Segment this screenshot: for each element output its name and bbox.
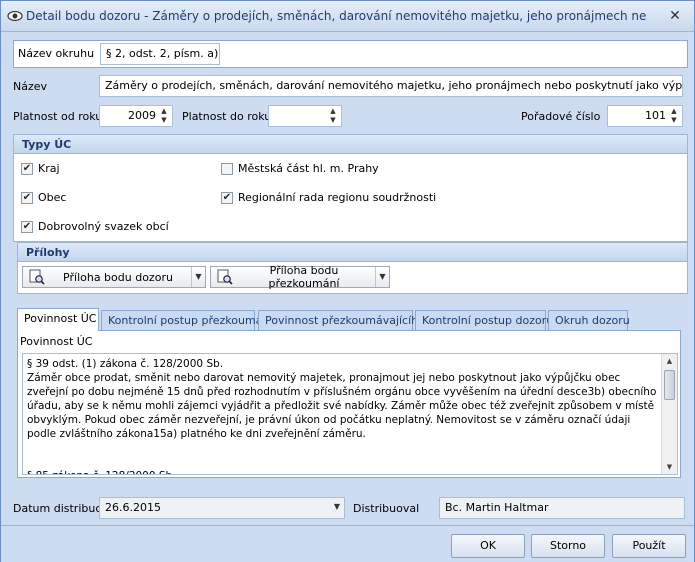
eye-icon xyxy=(7,10,23,22)
memo-text: § 39 odst. (1) zákona č. 128/2000 Sb. Zá… xyxy=(27,358,657,474)
checkbox-dobrovolny-svazek[interactable]: ✔ Dobrovolný svazek obcí xyxy=(21,220,169,233)
window-title: Detail bodu dozoru - Záměry o prodejích,… xyxy=(26,9,646,23)
checkbox-unchecked-icon[interactable] xyxy=(221,162,233,175)
zoom-document-icon xyxy=(217,269,233,285)
typy-uc-heading: Typy ÚC xyxy=(13,134,688,154)
poradove-spinner[interactable]: 101 ▲ ▼ xyxy=(607,105,683,127)
datum-distribuce-field[interactable]: 26.6.2015 ▼ xyxy=(99,497,345,519)
button-label: Příloha bodu dozoru xyxy=(63,270,173,284)
nazev-okruhu-field[interactable]: § 2, odst. 2, písm. a) xyxy=(100,43,220,65)
checkbox-regionalni-rada[interactable]: ✔ Regionální rada regionu soudržnosti xyxy=(221,191,436,204)
checkbox-kraj[interactable]: ✔ Kraj xyxy=(21,162,60,175)
checkbox-label: Regionální rada regionu soudržnosti xyxy=(238,191,437,204)
datum-distribuce-label: Datum distribuce xyxy=(13,502,109,515)
spin-arrows-icon[interactable]: ▲ ▼ xyxy=(327,107,339,125)
button-bar: OK Storno Použít xyxy=(1,525,694,562)
vertical-scrollbar[interactable]: ▲ ▼ xyxy=(661,354,677,474)
checkbox-mestska-cast[interactable]: Městská část hl. m. Prahy xyxy=(221,162,379,175)
tab-kontrolni-postup-prezkoumani[interactable]: Kontrolní postup přezkoumání xyxy=(101,310,272,330)
nazev-okruhu-label: Název okruhu xyxy=(18,47,95,60)
tab-povinnost-prezkoumavajiciho[interactable]: Povinnost přezkoumávajícího xyxy=(258,310,425,330)
scroll-thumb[interactable] xyxy=(664,370,675,400)
checkbox-checked-icon[interactable]: ✔ xyxy=(21,191,33,204)
chevron-down-icon[interactable]: ▼ xyxy=(191,267,205,287)
scroll-down-icon[interactable]: ▼ xyxy=(662,460,677,474)
povinnost-uc-label: Povinnost ÚC xyxy=(20,335,93,348)
ok-button[interactable]: OK xyxy=(451,534,525,558)
scroll-up-icon[interactable]: ▲ xyxy=(662,354,677,368)
chevron-down-icon[interactable]: ▼ xyxy=(334,502,340,511)
checkbox-obec[interactable]: ✔ Obec xyxy=(21,191,66,204)
priloha-bodu-prezkoumani-button[interactable]: Příloha bodu přezkoumání ▼ xyxy=(210,264,390,290)
tab-kontrolni-postup-dozoru[interactable]: Kontrolní postup dozoru xyxy=(415,310,553,330)
povinnost-uc-memo[interactable]: § 39 odst. (1) zákona č. 128/2000 Sb. Zá… xyxy=(22,353,678,475)
platnost-do-spinner[interactable]: ▲ ▼ xyxy=(268,105,342,127)
platnost-do-label: Platnost do roku xyxy=(182,110,272,123)
platnost-od-spinner[interactable]: 2009 ▲ ▼ xyxy=(99,105,173,127)
checkbox-checked-icon[interactable]: ✔ xyxy=(21,162,33,175)
poradove-label: Pořadové číslo xyxy=(521,110,601,123)
title-bar: Detail bodu dozoru - Záměry o prodejích,… xyxy=(1,1,694,32)
chevron-down-icon[interactable]: ▼ xyxy=(375,267,389,287)
platnost-od-label: Platnost od roku xyxy=(13,110,103,123)
prilohy-heading: Přílohy xyxy=(17,242,688,262)
poradove-value: 101 xyxy=(645,109,666,122)
checkbox-label: Dobrovolný svazek obcí xyxy=(38,220,169,233)
okruh-container: Název okruhu § 2, odst. 2, písm. a) xyxy=(13,40,688,68)
prilohy-panel: Příloha bodu dozoru ▼ Příloha bodu přezk… xyxy=(17,262,688,294)
nazev-field[interactable]: Záměry o prodejích, směnách, darování ne… xyxy=(99,75,683,97)
close-button[interactable]: ✕ xyxy=(664,6,686,26)
button-label: Příloha bodu přezkoumání xyxy=(268,264,340,290)
storno-button[interactable]: Storno xyxy=(531,534,605,558)
checkbox-label: Kraj xyxy=(38,162,60,175)
datum-distribuce-value: 26.6.2015 xyxy=(105,501,161,514)
spin-arrows-icon[interactable]: ▲ ▼ xyxy=(668,107,680,125)
spin-arrows-icon[interactable]: ▲ ▼ xyxy=(158,107,170,125)
typy-uc-panel: ✔ Kraj Městská část hl. m. Prahy ✔ Obec … xyxy=(13,154,688,242)
checkbox-checked-icon[interactable]: ✔ xyxy=(221,191,233,204)
pouzit-button[interactable]: Použít xyxy=(612,534,686,558)
zoom-document-icon xyxy=(29,269,45,285)
tab-povinnost-uc[interactable]: Povinnost ÚC xyxy=(17,308,99,331)
platnost-od-value: 2009 xyxy=(128,109,156,122)
distribuoval-field: Bc. Martin Haltmar xyxy=(439,497,685,519)
checkbox-checked-icon[interactable]: ✔ xyxy=(21,220,33,233)
tab-panel: Povinnost ÚC § 39 odst. (1) zákona č. 12… xyxy=(17,330,681,478)
dialog-window: Detail bodu dozoru - Záměry o prodejích,… xyxy=(0,0,695,562)
tab-okruh-dozoru[interactable]: Okruh dozoru xyxy=(548,310,630,330)
checkbox-label: Městská část hl. m. Prahy xyxy=(238,162,379,175)
priloha-bodu-dozoru-button[interactable]: Příloha bodu dozoru ▼ xyxy=(22,266,206,288)
dialog-body: Název okruhu § 2, odst. 2, písm. a) Náze… xyxy=(5,34,690,524)
nazev-label: Název xyxy=(13,80,48,93)
distribuoval-label: Distribuoval xyxy=(353,502,420,515)
checkbox-label: Obec xyxy=(38,191,67,204)
